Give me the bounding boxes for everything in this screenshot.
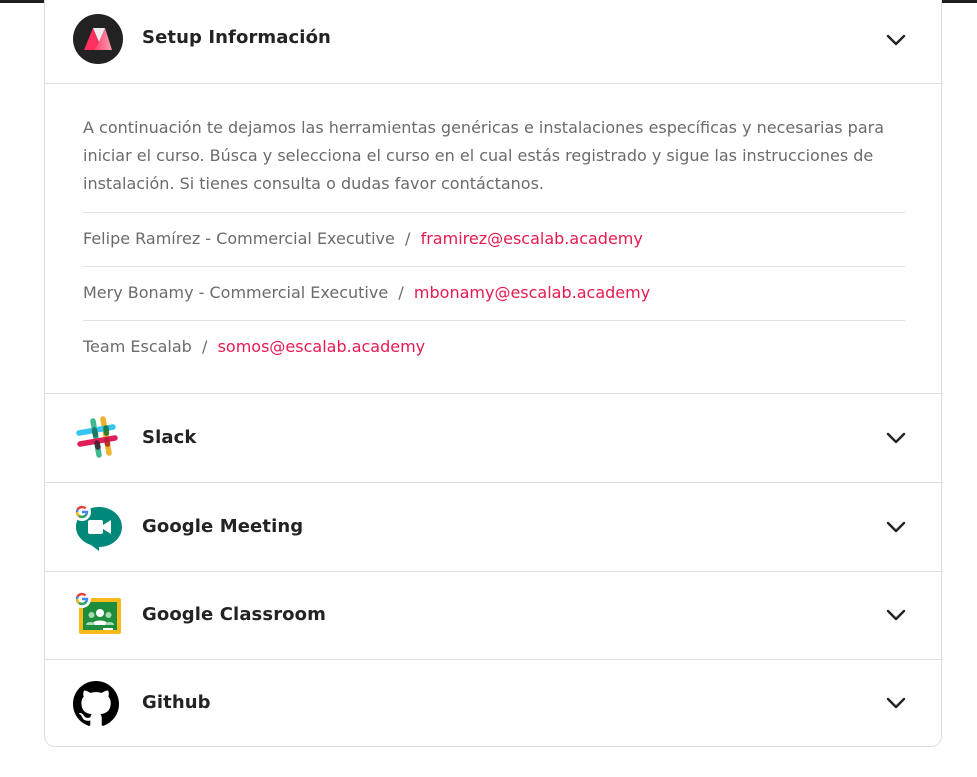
google-meet-icon <box>73 501 123 551</box>
slack-icon <box>73 413 123 463</box>
google-classroom-icon <box>73 590 123 640</box>
accordion-header-google-classroom[interactable]: Google Classroom <box>45 572 943 659</box>
contact-email-link[interactable]: somos@escalab.academy <box>218 337 426 356</box>
accordion-title-github: Github <box>142 692 211 713</box>
contact-row: Team Escalab / somos@escalab.academy <box>83 320 905 374</box>
chevron-down-icon[interactable] <box>883 519 909 535</box>
contact-name: Felipe Ramírez - Commercial Executive <box>83 229 395 248</box>
contact-name: Mery Bonamy - Commercial Executive <box>83 283 389 302</box>
accordion-title-google-meeting: Google Meeting <box>142 516 304 537</box>
github-icon <box>73 681 123 731</box>
chevron-down-icon[interactable] <box>883 695 909 711</box>
chevron-down-icon[interactable] <box>883 430 909 446</box>
setup-accordion: Setup Información A continuación te deja… <box>44 0 943 747</box>
contact-separator: / <box>399 229 416 248</box>
accordion-title-slack: Slack <box>142 427 197 448</box>
contact-name: Team Escalab <box>83 337 192 356</box>
accordion-header-google-meeting[interactable]: Google Meeting <box>45 483 943 571</box>
escalab-logo-icon <box>73 14 123 64</box>
contact-row: Felipe Ramírez - Commercial Executive / … <box>83 212 905 266</box>
accordion-title-setup: Setup Información <box>142 27 331 48</box>
divider <box>45 83 943 84</box>
contact-row: Mery Bonamy - Commercial Executive / mbo… <box>83 266 905 320</box>
chevron-down-icon[interactable] <box>883 607 909 623</box>
chevron-down-icon[interactable] <box>883 32 909 48</box>
accordion-header-setup[interactable]: Setup Información <box>45 0 943 83</box>
contact-separator: / <box>393 283 409 302</box>
accordion-header-slack[interactable]: Slack <box>45 394 943 482</box>
contact-separator: / <box>196 337 213 356</box>
contact-email-link[interactable]: mbonamy@escalab.academy <box>414 283 650 302</box>
accordion-header-github[interactable]: Github <box>45 660 943 746</box>
contact-email-link[interactable]: framirez@escalab.academy <box>421 229 643 248</box>
accordion-title-google-classroom: Google Classroom <box>142 604 326 625</box>
setup-description: A continuación te dejamos las herramient… <box>83 118 885 193</box>
